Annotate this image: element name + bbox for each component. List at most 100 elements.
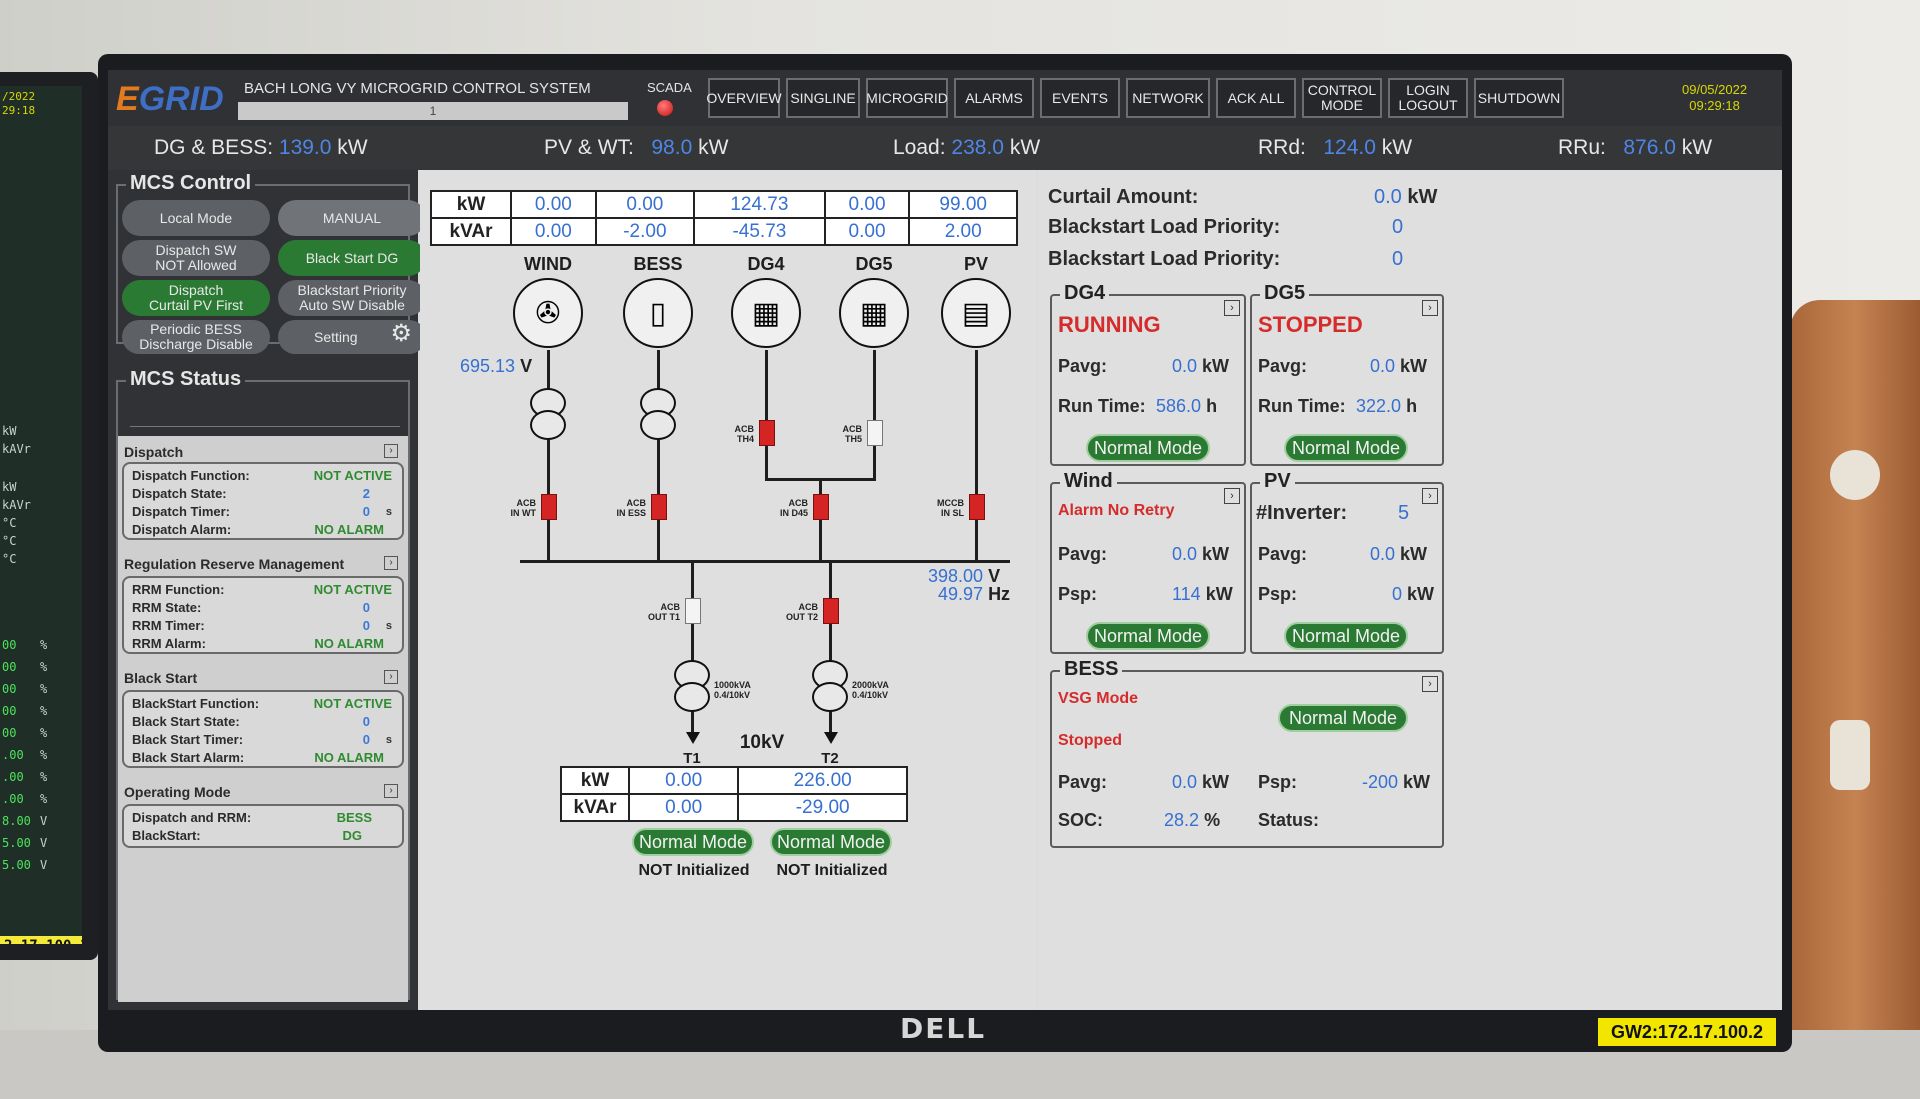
source-power-table: kW 0.00 0.00 124.73 0.00 99.00 kVAr 0.00… [430, 190, 1018, 246]
left-time: 29:18 [2, 104, 36, 117]
bess-feeder-line [657, 350, 660, 562]
blackstart-state-label: Black Start State: [132, 714, 240, 729]
rrm-alarm-label: RRM Alarm: [132, 636, 206, 651]
rrm-function-label: RRM Function: [132, 582, 225, 597]
bess-card: BESS › VSG Mode Normal Mode Stopped Pavg… [1050, 658, 1444, 848]
control-mode-button[interactable]: CONTROL MODE [1302, 78, 1382, 118]
t1-normal-mode-button[interactable]: Normal Mode [632, 828, 754, 856]
dg5-state: STOPPED [1258, 312, 1363, 337]
chair-hole [1830, 450, 1880, 500]
dispatch-curtail-pv-button[interactable]: Dispatch Curtail PV First [122, 280, 270, 316]
ack-all-button[interactable]: ACK ALL [1216, 78, 1296, 118]
left-value-unit: V [40, 814, 48, 828]
summary-rrd: RRd: 124.0 kW [1258, 136, 1412, 160]
nav-network-button[interactable]: NETWORK [1126, 78, 1210, 118]
left-ip-label: 2.17.100.1 [0, 936, 82, 944]
pv-pavg-label: Pavg: [1258, 544, 1308, 564]
summary-label: PV & WT: [544, 136, 634, 159]
expand-icon[interactable]: › [384, 556, 398, 570]
solar-panel-icon[interactable]: ▤ [941, 278, 1011, 348]
wind-psp-label: Psp: [1058, 584, 1098, 604]
battery-icon[interactable]: ▯ [623, 278, 693, 348]
dispatch-sw-button[interactable]: Dispatch SW NOT Allowed [122, 240, 270, 276]
expand-icon[interactable]: › [1224, 300, 1240, 316]
left-panel: MCS Control Local Mode MANUAL Dispatch S… [108, 170, 426, 1010]
acb-in-d45-breaker[interactable] [813, 494, 829, 520]
nav-singline-button[interactable]: SINGLINE [786, 78, 860, 118]
expand-icon[interactable]: › [1422, 676, 1438, 692]
mccb-in-sl-label: MCCB IN SL [937, 498, 964, 518]
left-value-unit: % [40, 704, 48, 718]
dispatch-timer-value: 0 [362, 504, 370, 519]
mccb-in-sl-breaker[interactable] [969, 494, 985, 520]
dispatch-timer-label: Dispatch Timer: [132, 504, 231, 519]
left-value-unit: % [40, 770, 48, 784]
expand-icon[interactable]: › [1422, 300, 1438, 316]
acb-th4-breaker[interactable] [759, 420, 775, 446]
periodic-bess-button[interactable]: Periodic BESS Discharge Disable [122, 320, 270, 354]
expand-icon[interactable]: › [384, 670, 398, 684]
pv-pavg: 0.0 kW [1370, 544, 1427, 565]
manual-button[interactable]: MANUAL [278, 200, 426, 236]
left-unit: kAVr [2, 442, 31, 456]
divider [130, 426, 400, 427]
dispatch-function-label: Dispatch Function: [132, 468, 250, 483]
expand-icon[interactable]: › [384, 444, 398, 458]
expand-icon[interactable]: › [384, 784, 398, 798]
summary-unit: kW [1009, 136, 1041, 159]
dg5-normal-mode-button[interactable]: Normal Mode [1284, 434, 1408, 462]
dispatch-state-value: 2 [362, 486, 370, 501]
left-date: /2022 [2, 90, 36, 103]
bess-pavg-value: 0.0 [1172, 772, 1198, 792]
bess-normal-mode-button[interactable]: Normal Mode [1278, 704, 1408, 732]
shutdown-button[interactable]: SHUTDOWN [1474, 78, 1564, 118]
blackstart-alarm-value: NO ALARM [314, 750, 384, 765]
pv-normal-mode-button[interactable]: Normal Mode [1284, 622, 1408, 650]
left-value-unit: % [40, 660, 48, 674]
acb-out-t1-breaker[interactable] [685, 598, 701, 624]
black-start-dg-button[interactable]: Black Start DG [278, 240, 426, 276]
nav-alarms-button[interactable]: ALARMS [954, 78, 1034, 118]
unit: kW [1403, 772, 1431, 792]
blackstart-priority-button[interactable]: Blackstart Priority Auto SW Disable [278, 280, 426, 316]
rrm-state-value: 0 [362, 600, 370, 615]
t1-transformer-lower [674, 682, 710, 712]
expand-icon[interactable]: › [1422, 488, 1438, 504]
dispatch-rrm-label: Dispatch and RRM: [132, 810, 252, 825]
nav-microgrid-button[interactable]: MICROGRID [866, 78, 948, 118]
generator-dg5-icon[interactable]: ▦ [839, 278, 909, 348]
dg4-runtime-value: 586.0 [1156, 396, 1202, 416]
setting-button[interactable]: Setting ⚙ [278, 320, 426, 354]
dg4-normal-mode-button[interactable]: Normal Mode [1086, 434, 1210, 462]
local-mode-button[interactable]: Local Mode [122, 200, 270, 236]
acb-in-wt-breaker[interactable] [541, 494, 557, 520]
acb-in-ess-breaker[interactable] [651, 494, 667, 520]
dg4-runtime-label: Run Time: [1058, 396, 1146, 416]
summary-load: Load: 238.0 kW [893, 136, 1040, 160]
hmi-screen: EGRID BACH LONG VY MICROGRID CONTROL SYS… [108, 70, 1782, 1010]
acb-th4-label: ACB TH4 [734, 424, 755, 444]
t2-kvar: -29.00 [737, 793, 908, 822]
acb-th5-breaker[interactable] [867, 420, 883, 446]
acb-out-t2-label: ACB OUT T2 [785, 602, 818, 622]
gear-icon: ⚙ [390, 320, 412, 347]
rrm-timer-label: RRM Timer: [132, 618, 205, 633]
bus-frequency: 49.97 Hz [938, 584, 1010, 605]
dispatch-rrm-value: BESS [336, 810, 372, 825]
t2-normal-mode-button[interactable]: Normal Mode [770, 828, 892, 856]
wind-pavg-label: Pavg: [1058, 544, 1108, 564]
unit: kW [1202, 772, 1230, 792]
unit: kW [1400, 544, 1428, 564]
expand-icon[interactable]: › [1224, 488, 1240, 504]
generator-dg4-icon[interactable]: ▦ [731, 278, 801, 348]
nav-events-button[interactable]: EVENTS [1040, 78, 1120, 118]
t1-init-status: NOT Initialized [638, 862, 750, 879]
login-logout-button[interactable]: LOGIN LOGOUT [1388, 78, 1468, 118]
pv-psp: 0 kW [1392, 584, 1434, 605]
rrm-function-value: NOT ACTIVE [313, 582, 392, 597]
nav-overview-button[interactable]: OVERVIEW [706, 78, 782, 118]
wind-normal-mode-button[interactable]: Normal Mode [1086, 622, 1210, 650]
unit: kW [1407, 186, 1438, 208]
acb-out-t2-breaker[interactable] [823, 598, 839, 624]
wind-turbine-icon[interactable]: ✇ [513, 278, 583, 348]
